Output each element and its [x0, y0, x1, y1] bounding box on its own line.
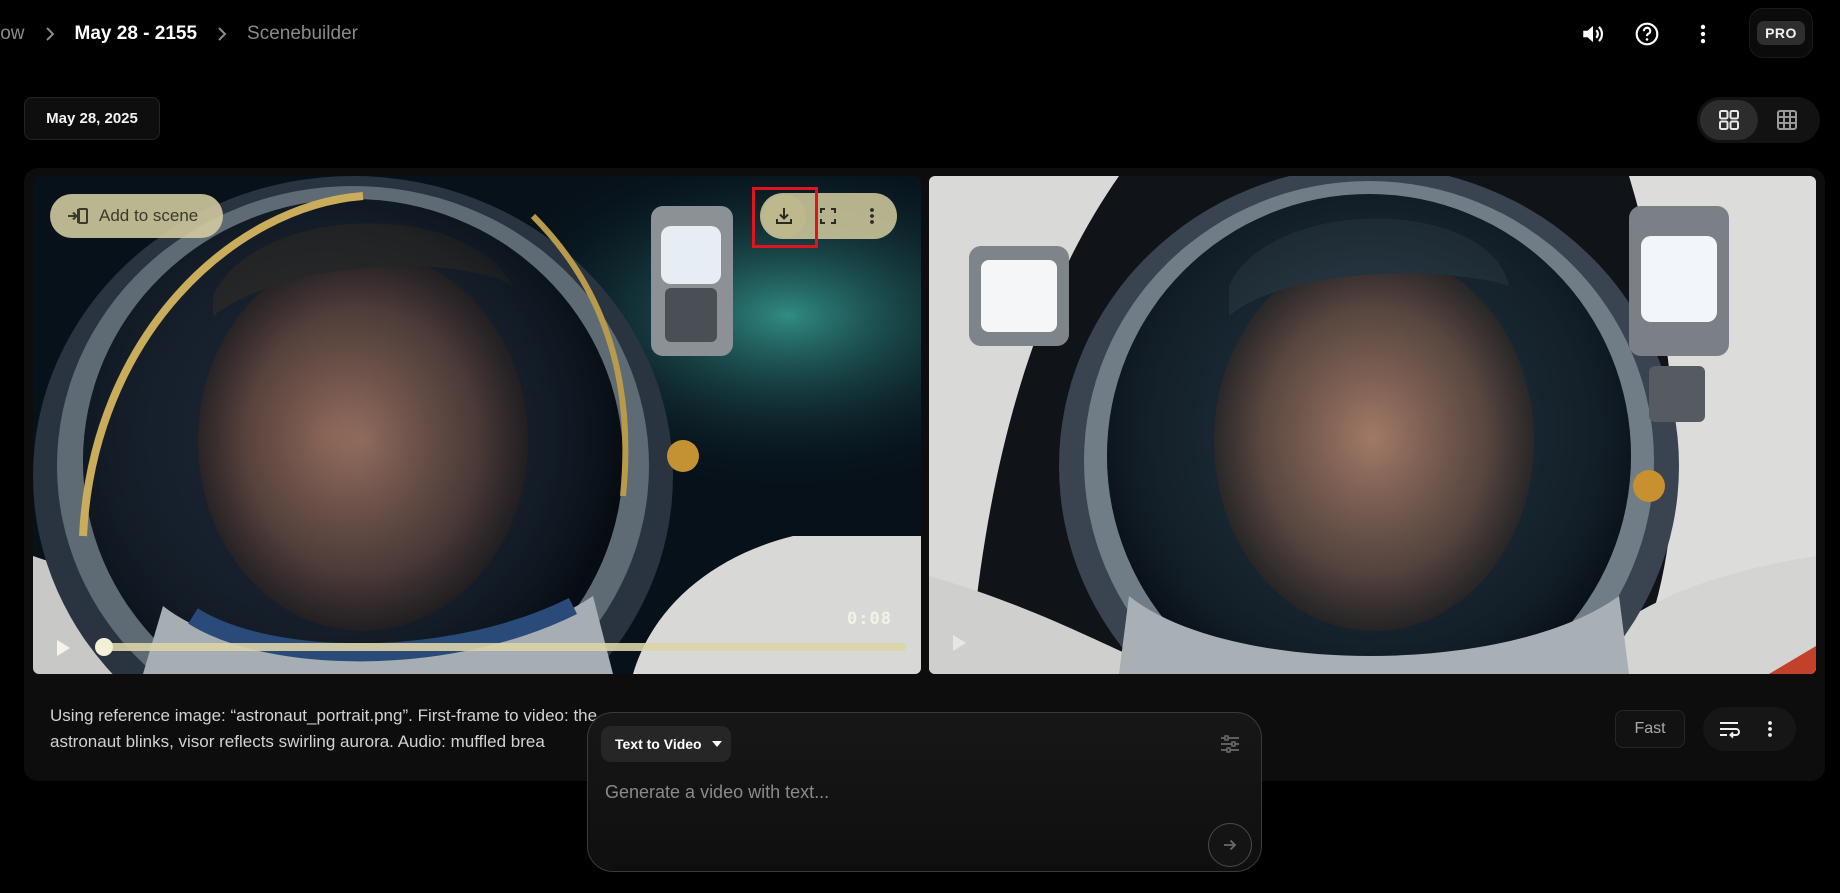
breadcrumb-item-scenebuilder[interactable]: Scenebuilder	[247, 23, 358, 45]
mode-selector[interactable]: Text to Video	[601, 726, 731, 762]
date-chip[interactable]: May 28, 2025	[24, 97, 160, 140]
video-scrubber-handle[interactable]	[95, 638, 113, 656]
more-vert-icon	[1700, 24, 1706, 44]
video-timecode: 0:08	[847, 609, 892, 629]
astronaut-video-frame-left	[33, 176, 921, 674]
help-icon	[1635, 22, 1659, 46]
queue-button[interactable]	[1711, 711, 1747, 747]
play-button[interactable]	[951, 634, 975, 662]
tune-icon	[1221, 735, 1239, 753]
breadcrumb-item-project[interactable]: May 28 - 2155	[75, 23, 198, 45]
card-actions	[1703, 707, 1796, 751]
fullscreen-button[interactable]	[806, 194, 850, 238]
pro-badge-label: PRO	[1757, 21, 1805, 45]
top-bar: low May 28 - 2155 Scenebuilder PRO	[0, 0, 1840, 68]
play-icon	[953, 635, 966, 651]
breadcrumb: low May 28 - 2155 Scenebuilder	[0, 20, 358, 48]
card-more-button[interactable]	[1752, 711, 1788, 747]
add-to-scene-icon	[68, 208, 88, 224]
grid-large-icon	[1719, 110, 1739, 130]
download-icon	[776, 208, 792, 224]
arrow-right-icon	[1224, 839, 1237, 851]
more-vert-icon	[1767, 721, 1772, 737]
view-toggle	[1697, 97, 1820, 143]
video-player-right[interactable]	[929, 176, 1816, 674]
astronaut-video-frame-right	[929, 176, 1816, 674]
download-button[interactable]	[762, 194, 806, 238]
play-icon	[57, 640, 70, 656]
pro-badge[interactable]: PRO	[1749, 8, 1813, 58]
video-more-button[interactable]	[850, 194, 894, 238]
more-vert-icon	[870, 208, 874, 224]
video-player-left[interactable]: Add to scene 0:08	[33, 176, 921, 674]
grid-small-view-button[interactable]	[1758, 100, 1816, 140]
grid-small-icon	[1777, 110, 1797, 130]
speed-chip[interactable]: Fast	[1615, 710, 1685, 748]
settings-button[interactable]	[1216, 730, 1244, 758]
volume-button[interactable]	[1575, 16, 1611, 52]
breadcrumb-item-flow[interactable]: low	[0, 23, 25, 45]
mode-selector-label: Text to Video	[615, 736, 702, 752]
fullscreen-icon	[820, 208, 836, 224]
send-button[interactable]	[1208, 823, 1252, 867]
chevron-right-icon	[209, 24, 235, 44]
chevron-right-icon	[37, 24, 63, 44]
caret-down-icon	[711, 741, 722, 747]
add-to-scene-button[interactable]: Add to scene	[50, 194, 223, 238]
more-options-button[interactable]	[1685, 16, 1721, 52]
video-scrubber-track[interactable]	[103, 643, 906, 651]
video-controls-pill	[760, 193, 897, 239]
add-to-scene-label: Add to scene	[99, 206, 199, 225]
prompt-composer: Text to Video	[587, 712, 1262, 872]
generation-prompt-text: Using reference image: “astronaut_portra…	[50, 706, 598, 751]
volume-icon	[1583, 25, 1603, 43]
queue-icon	[1720, 722, 1741, 739]
grid-large-view-button[interactable]	[1700, 100, 1758, 140]
help-button[interactable]	[1629, 16, 1665, 52]
play-button[interactable]	[49, 634, 77, 662]
prompt-input[interactable]	[605, 777, 1205, 807]
